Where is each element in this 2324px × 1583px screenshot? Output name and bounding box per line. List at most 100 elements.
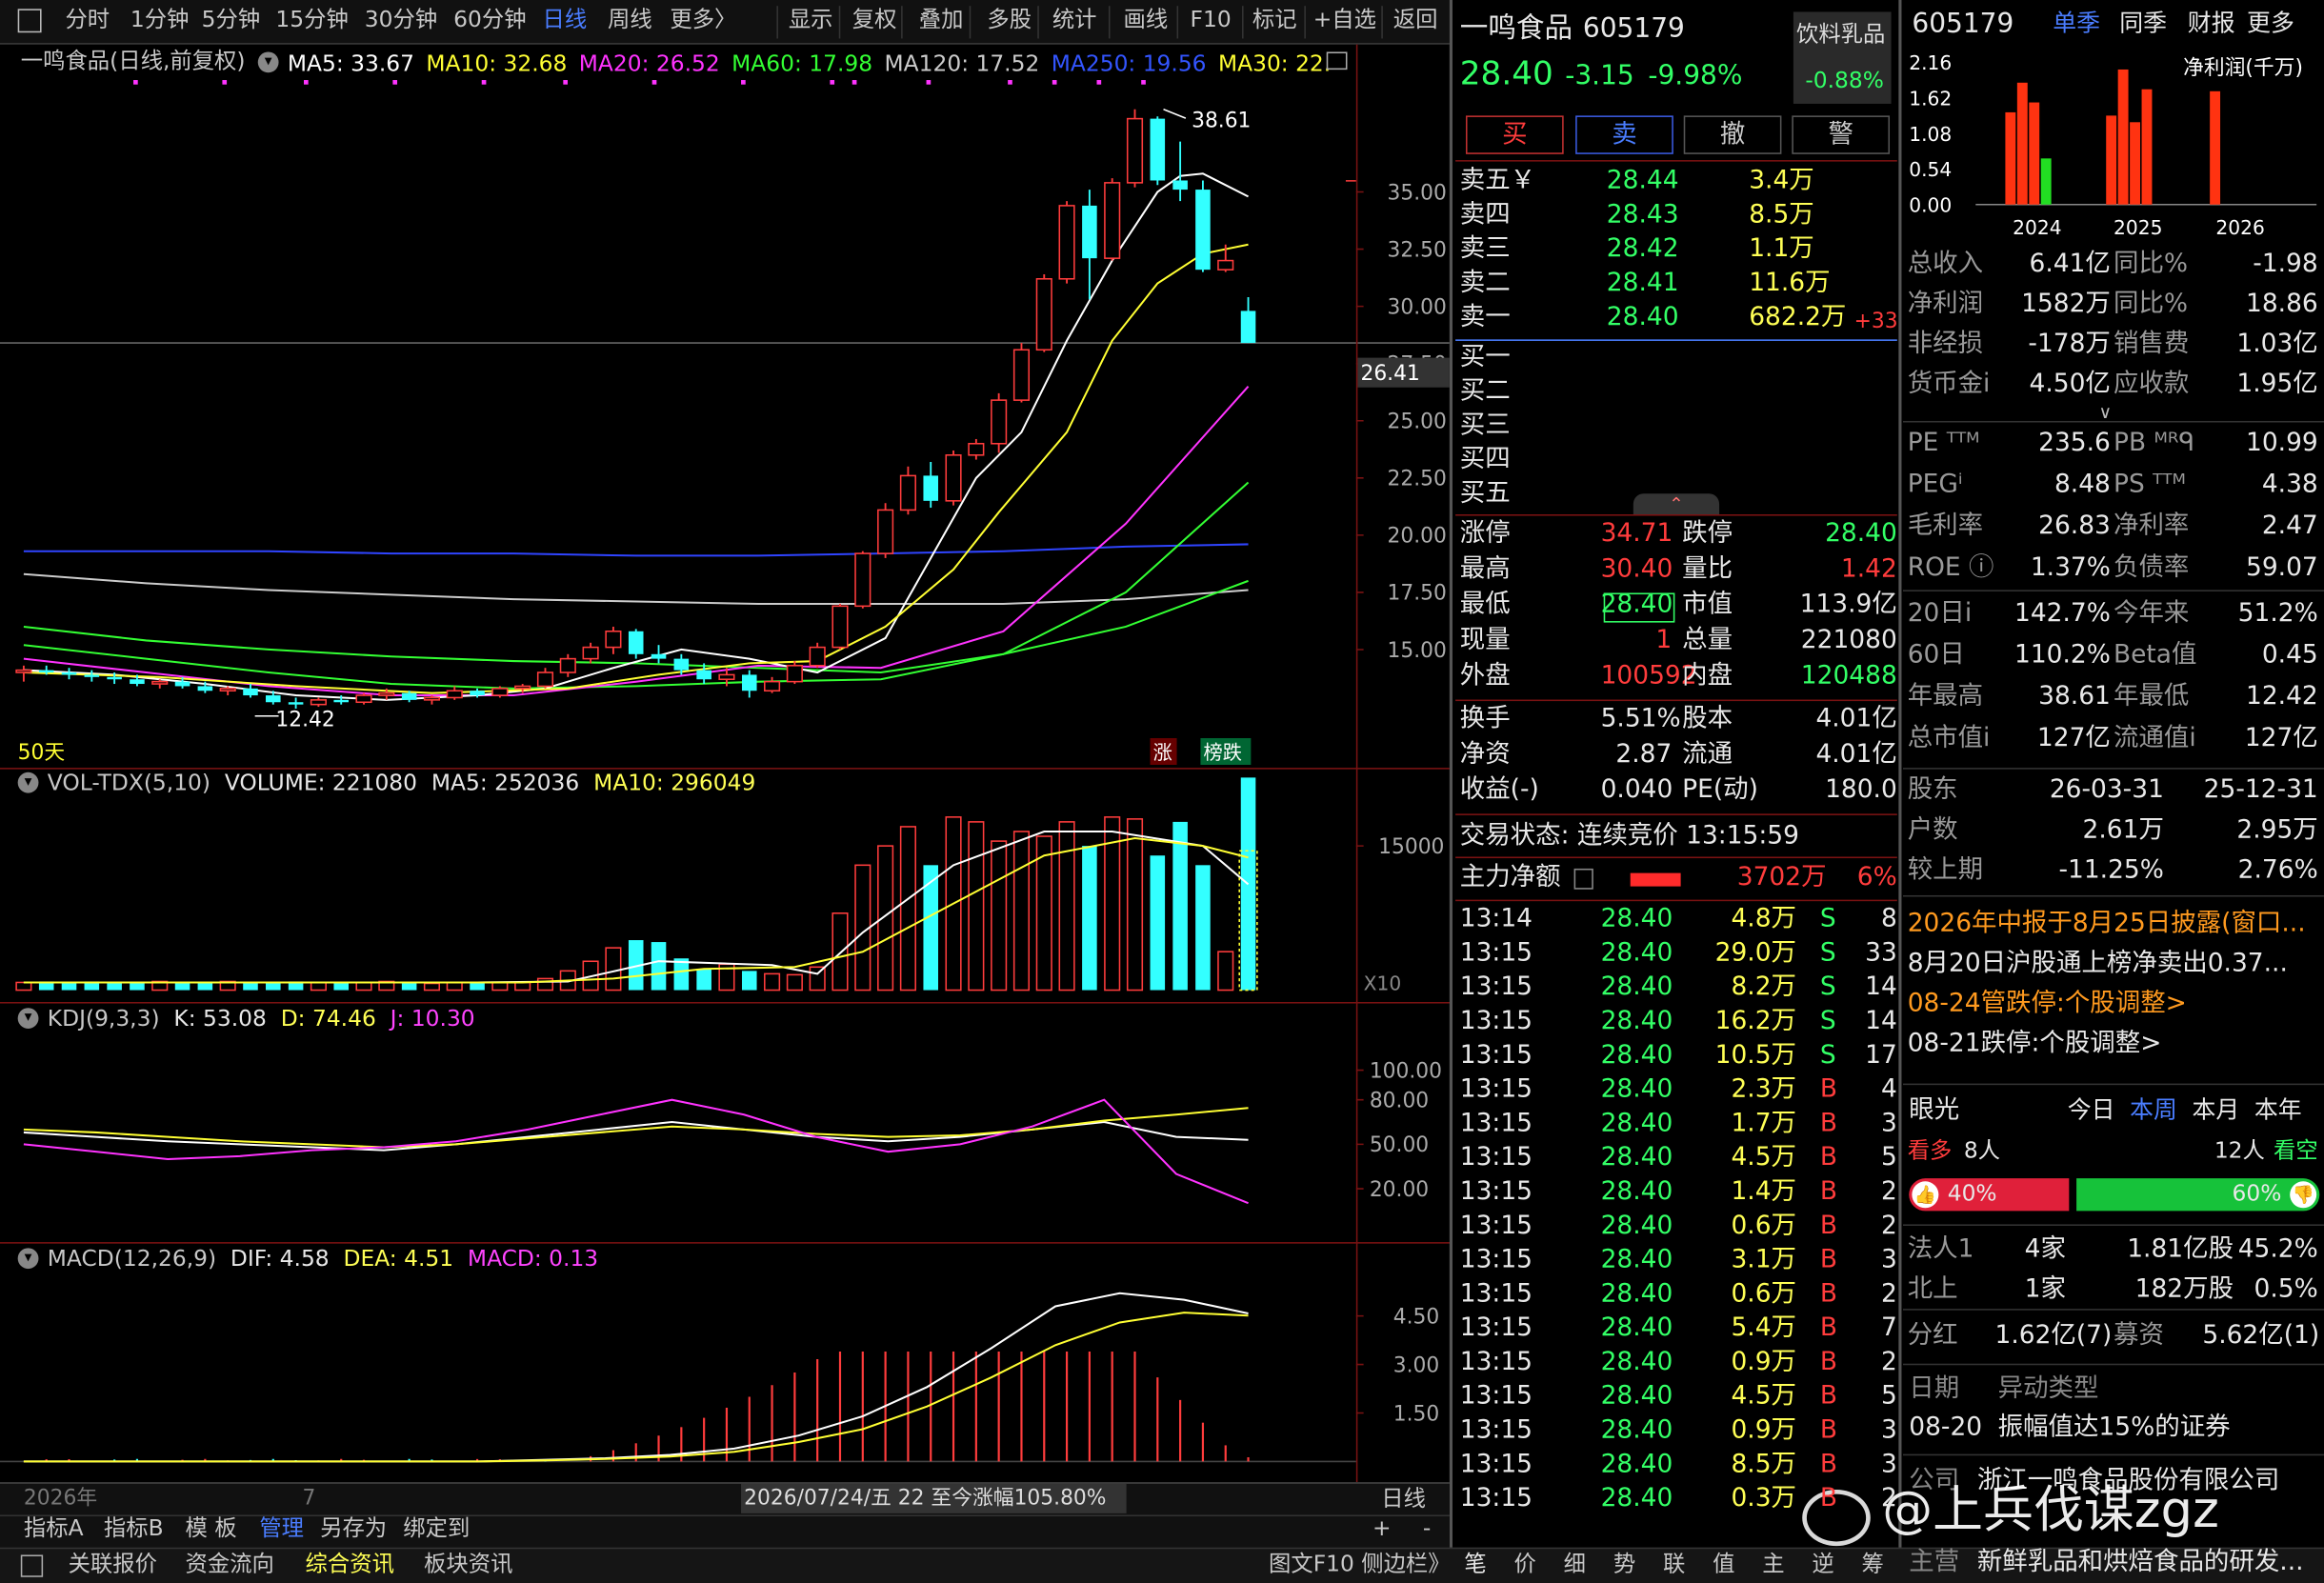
- panel-toggle-icon[interactable]: [17, 9, 42, 33]
- sidebar-toggle[interactable]: 图文F10 侧边栏》: [1269, 1553, 1451, 1575]
- bottom-link-0[interactable]: 关联报价: [69, 1553, 157, 1575]
- tab-2[interactable]: 5分钟: [202, 9, 261, 30]
- volume-bar[interactable]: [491, 981, 509, 992]
- news-item[interactable]: 8月20日沪股通上榜净卖出0.37...: [1908, 951, 2288, 976]
- candle[interactable]: [401, 692, 417, 700]
- volume-bar[interactable]: [877, 845, 894, 992]
- volume-bar[interactable]: [174, 982, 190, 991]
- profit-bar[interactable]: [2141, 89, 2153, 205]
- volume-bar[interactable]: [786, 973, 803, 992]
- volume-bar[interactable]: [401, 982, 417, 991]
- trade-btn-2[interactable]: 撤: [1683, 115, 1782, 154]
- sector-name[interactable]: 饮料乳品: [1796, 23, 1885, 46]
- trade-btn-3[interactable]: 警: [1792, 115, 1891, 154]
- candle[interactable]: [378, 691, 395, 696]
- candle[interactable]: [1195, 190, 1211, 271]
- candle[interactable]: [38, 670, 54, 673]
- candle[interactable]: [151, 680, 169, 685]
- tab-4[interactable]: 30分钟: [365, 9, 437, 30]
- tab-1[interactable]: 1分钟: [130, 9, 190, 30]
- volume-bar[interactable]: [514, 981, 531, 992]
- volume-bar[interactable]: [446, 981, 463, 992]
- candle[interactable]: [809, 646, 826, 667]
- profit-bar[interactable]: [2040, 158, 2052, 205]
- candle[interactable]: [764, 680, 781, 692]
- fin-tab-1[interactable]: 同季: [2119, 11, 2167, 35]
- bear-bar[interactable]: [2076, 1178, 2320, 1212]
- candle[interactable]: [174, 681, 190, 687]
- volume-bar[interactable]: [764, 972, 781, 992]
- candle[interactable]: [899, 474, 916, 511]
- volume-bar[interactable]: [1058, 821, 1075, 992]
- candle[interactable]: [1035, 278, 1052, 351]
- profit-bar[interactable]: [2117, 69, 2129, 205]
- side-tab-2[interactable]: 细: [1564, 1553, 1586, 1575]
- candle[interactable]: [582, 646, 599, 660]
- candle[interactable]: [968, 442, 985, 456]
- toolbar-btn-7[interactable]: 标记: [1252, 9, 1297, 30]
- news-item[interactable]: 08-21跌停:个股调整>: [1908, 1031, 2162, 1056]
- candle[interactable]: [61, 672, 77, 675]
- candle[interactable]: [1150, 118, 1166, 181]
- side-tab-7[interactable]: 逆: [1812, 1553, 1833, 1575]
- toolbar-btn-1[interactable]: 复权: [852, 9, 897, 30]
- toolbar-btn-5[interactable]: 画线: [1124, 9, 1169, 30]
- candle[interactable]: [333, 699, 349, 703]
- trade-btn-0[interactable]: 买: [1465, 115, 1564, 154]
- macd-chart[interactable]: 4.50 3.00 1.50: [0, 1242, 1450, 1482]
- bottom-tab-3[interactable]: 管理: [259, 1517, 304, 1540]
- event-type[interactable]: 振幅值达15%的证券: [1998, 1414, 2231, 1440]
- bottom-tab-5[interactable]: 绑定到: [403, 1517, 470, 1540]
- candle[interactable]: [718, 673, 735, 681]
- candle[interactable]: [831, 605, 849, 649]
- profit-bar[interactable]: [2016, 82, 2028, 205]
- volume-bar[interactable]: [130, 983, 145, 991]
- candle[interactable]: [945, 454, 962, 502]
- candle[interactable]: [446, 690, 463, 699]
- candle[interactable]: [877, 509, 894, 554]
- volume-bar[interactable]: [968, 821, 985, 992]
- volume-bar[interactable]: [470, 983, 485, 991]
- candle[interactable]: [651, 653, 667, 659]
- candle[interactable]: [1104, 182, 1121, 259]
- candle[interactable]: [1012, 349, 1031, 401]
- side-tab-8[interactable]: 筹: [1861, 1553, 1883, 1575]
- candle[interactable]: [1172, 180, 1188, 190]
- volume-bar[interactable]: [197, 982, 213, 991]
- eye-tab-2[interactable]: 本月: [2192, 1097, 2239, 1122]
- candle[interactable]: [1058, 205, 1075, 280]
- volume-bar[interactable]: [243, 982, 258, 991]
- volume-bar[interactable]: [991, 840, 1008, 992]
- candle[interactable]: [197, 686, 213, 691]
- candle[interactable]: [1126, 117, 1144, 184]
- volume-bar[interactable]: [1082, 846, 1097, 991]
- zoom-out-button[interactable]: -: [1423, 1517, 1431, 1540]
- volume-bar[interactable]: [809, 966, 826, 992]
- volume-bar[interactable]: [355, 981, 372, 992]
- volume-bar[interactable]: [673, 958, 690, 991]
- candle[interactable]: [536, 671, 554, 688]
- volume-bar[interactable]: [266, 983, 281, 991]
- candle[interactable]: [470, 691, 485, 696]
- candle[interactable]: [514, 685, 531, 690]
- tab-7[interactable]: 周线: [608, 9, 652, 30]
- candle[interactable]: [991, 399, 1008, 445]
- period-label[interactable]: 日线: [1381, 1488, 1426, 1510]
- list-icon[interactable]: [1573, 868, 1593, 890]
- candle[interactable]: [559, 657, 576, 673]
- volume-bar[interactable]: [1012, 831, 1031, 992]
- candle[interactable]: [15, 669, 32, 673]
- candle[interactable]: [628, 631, 644, 654]
- candlestick-chart[interactable]: 35.0032.5030.0027.5025.0022.5020.0017.50…: [0, 45, 1450, 768]
- volume-bar[interactable]: [423, 982, 441, 992]
- candle[interactable]: [288, 702, 304, 705]
- profit-bar[interactable]: [2106, 115, 2117, 205]
- candle[interactable]: [1082, 205, 1097, 259]
- bottom-link-3[interactable]: 板块资讯: [424, 1553, 512, 1575]
- eye-tab-3[interactable]: 本年: [2254, 1097, 2302, 1122]
- candle[interactable]: [423, 696, 441, 701]
- volume-bar[interactable]: [61, 982, 77, 991]
- side-tab-1[interactable]: 价: [1514, 1553, 1536, 1575]
- toolbar-btn-6[interactable]: F10: [1191, 9, 1232, 30]
- candle[interactable]: [605, 630, 622, 649]
